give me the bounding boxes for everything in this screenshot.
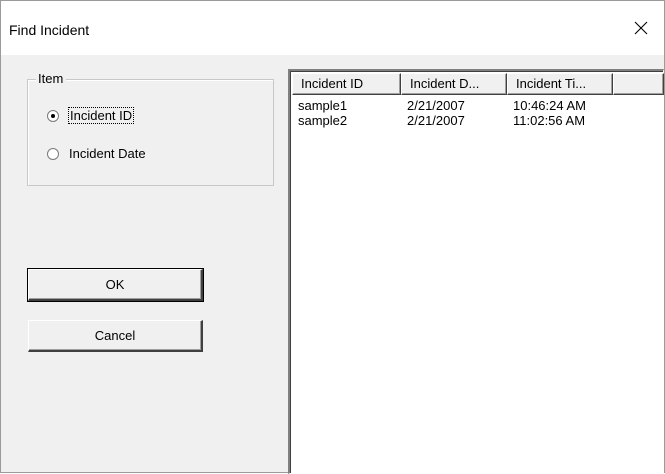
radio-incident-date[interactable]: Incident Date (47, 146, 146, 161)
radio-incident-id[interactable]: Incident ID (47, 107, 135, 124)
window-title: Find Incident (9, 22, 90, 38)
column-header-incident-id[interactable]: Incident ID (292, 73, 401, 95)
cell-incident-date: 2/21/2007 (407, 98, 465, 113)
radio-button-incident-date[interactable] (47, 147, 59, 160)
find-incident-dialog: Find Incident Item Incident ID Incident … (0, 0, 665, 474)
radio-label-incident-id: Incident ID (67, 107, 135, 124)
column-header-incident-time[interactable]: Incident Ti... (507, 73, 613, 95)
list-item[interactable]: sample2 2/21/2007 11:02:56 AM (298, 113, 619, 128)
list-header: Incident ID Incident D... Incident Ti... (292, 73, 664, 95)
cell-incident-time: 11:02:56 AM (513, 113, 586, 128)
cell-incident-id: sample1 (298, 98, 348, 113)
item-groupbox: Item Incident ID Incident Date (27, 71, 274, 186)
radio-label-incident-date: Incident Date (69, 146, 146, 161)
title-bar: Find Incident (1, 1, 664, 55)
close-button[interactable] (618, 1, 664, 55)
column-header-incident-date[interactable]: Incident D... (401, 73, 507, 95)
ok-button[interactable]: OK (27, 268, 204, 302)
item-group-legend: Item (36, 71, 67, 86)
cell-incident-id: sample2 (298, 113, 348, 128)
list-item[interactable]: sample1 2/21/2007 10:46:24 AM (298, 98, 619, 113)
radio-button-incident-id[interactable] (47, 109, 59, 122)
cell-incident-time: 10:46:24 AM (513, 98, 586, 113)
close-icon (634, 21, 648, 35)
incident-list[interactable]: Incident ID Incident D... Incident Ti...… (288, 69, 664, 474)
column-header-filler (613, 73, 664, 95)
cancel-button[interactable]: Cancel (28, 320, 203, 352)
cell-incident-date: 2/21/2007 (407, 113, 465, 128)
